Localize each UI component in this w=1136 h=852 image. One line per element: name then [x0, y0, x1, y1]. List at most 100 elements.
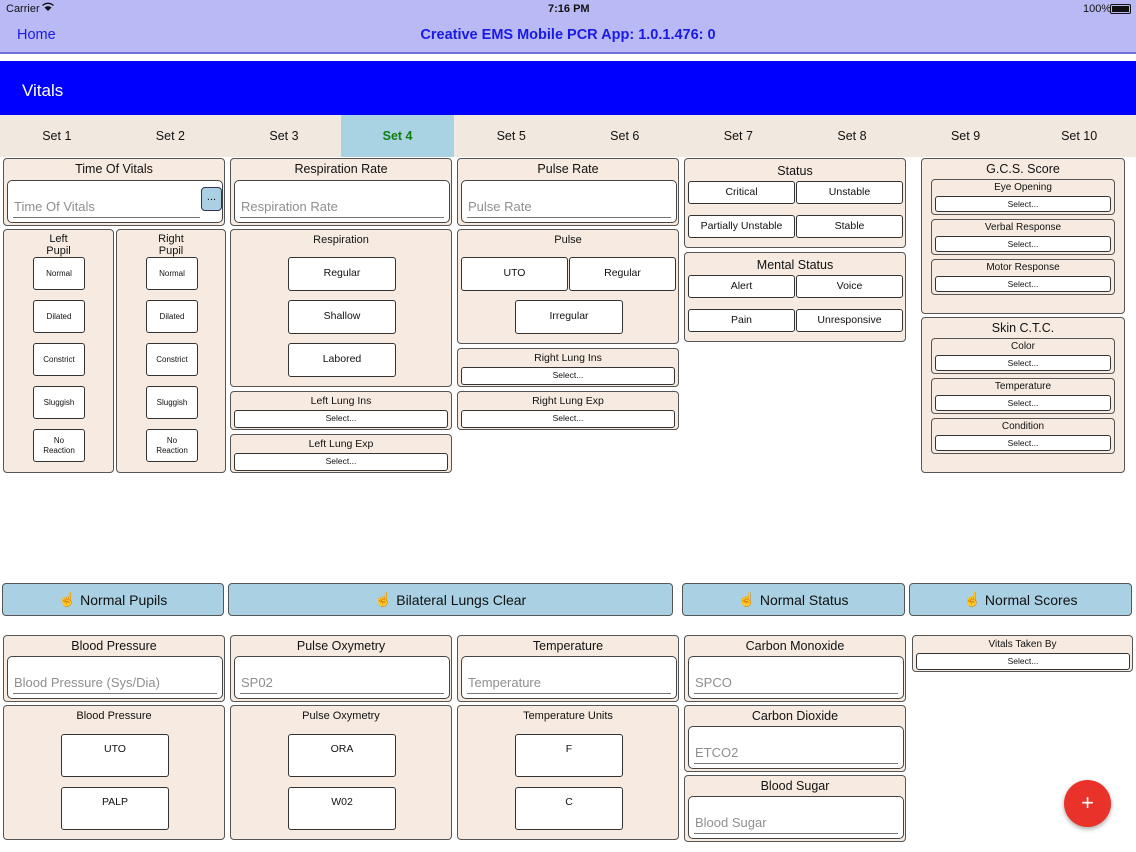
spo2-field[interactable]: SP02: [234, 656, 450, 699]
status-partially-unstable-button[interactable]: Partially Unstable: [688, 215, 795, 238]
pulse-ox-ora-button[interactable]: ORA: [288, 734, 396, 777]
respiration-labored-button[interactable]: Labored: [288, 343, 396, 377]
tab-set-7[interactable]: Set 7: [682, 115, 796, 157]
right-pupil-dilated[interactable]: Dilated: [146, 300, 198, 333]
hand-pointer-icon: ☝: [963, 591, 981, 607]
respiration-title: Respiration: [313, 234, 369, 246]
status-unstable-button[interactable]: Unstable: [796, 181, 903, 204]
skin-condition-group: Condition Select...: [931, 418, 1115, 454]
left-pupil-sluggish[interactable]: Sluggish: [33, 386, 85, 419]
time-picker-button[interactable]: ...: [201, 187, 222, 211]
motor-response-select[interactable]: Select...: [935, 276, 1111, 292]
carrier-label: Carrier: [6, 3, 40, 15]
normal-pupils-button[interactable]: ☝ Normal Pupils: [2, 583, 224, 616]
left-pupil-no-reaction[interactable]: No Reaction: [33, 429, 85, 462]
wifi-icon: [42, 2, 54, 15]
left-pupil-dilated[interactable]: Dilated: [33, 300, 85, 333]
right-pupil-normal[interactable]: Normal: [146, 257, 198, 290]
vitals-taken-by-select[interactable]: Select...: [916, 653, 1130, 670]
tab-set-4[interactable]: Set 4: [340, 115, 455, 157]
left-pupil-panel: Left Pupil Normal Dilated Constrict Slug…: [3, 229, 114, 473]
pulse-ox-method-panel: Pulse Oxymetry ORA W02: [230, 705, 452, 840]
pulse-panel: Pulse UTO Regular Irregular: [457, 229, 679, 344]
skin-ctc-panel: Skin C.T.C. Color Select... Temperature …: [921, 317, 1125, 473]
respiration-shallow-button[interactable]: Shallow: [288, 300, 396, 334]
normal-pupils-label: Normal Pupils: [80, 591, 168, 608]
bp-uto-button[interactable]: UTO: [61, 734, 169, 777]
vitals-set-tabs: Set 1 Set 2 Set 3 Set 4 Set 5 Set 6 Set …: [0, 115, 1136, 157]
temperature-field[interactable]: Temperature: [461, 656, 677, 699]
mental-status-panel: Mental Status Alert Voice Pain Unrespons…: [684, 252, 906, 342]
eye-opening-group: Eye Opening Select...: [931, 179, 1115, 215]
mental-alert-button[interactable]: Alert: [688, 275, 795, 298]
tab-set-1[interactable]: Set 1: [0, 115, 114, 157]
blood-pressure-field[interactable]: Blood Pressure (Sys/Dia): [7, 656, 223, 699]
respiration-panel: Respiration Regular Shallow Labored: [230, 229, 452, 387]
bilateral-lungs-clear-label: Bilateral Lungs Clear: [396, 591, 527, 608]
hand-pointer-icon: ☝: [58, 591, 77, 607]
temperature-title: Temperature: [532, 639, 604, 653]
bp-method-title: Blood Pressure: [76, 710, 152, 722]
skin-condition-select[interactable]: Select...: [935, 435, 1111, 451]
app-title: Creative EMS Mobile PCR App: 1.0.1.476: …: [420, 27, 716, 43]
blood-sugar-field[interactable]: Blood Sugar: [688, 796, 904, 839]
status-critical-button[interactable]: Critical: [688, 181, 795, 204]
pulse-uto-button[interactable]: UTO: [461, 257, 568, 291]
tab-set-2[interactable]: Set 2: [114, 115, 228, 157]
status-stable-button[interactable]: Stable: [796, 215, 903, 238]
skin-temperature-select[interactable]: Select...: [935, 395, 1111, 411]
add-fab-button[interactable]: +: [1064, 780, 1111, 827]
right-lung-ins-select[interactable]: Select...: [461, 367, 675, 385]
hand-pointer-icon: ☝: [374, 591, 393, 607]
pulse-rate-field[interactable]: Pulse Rate: [461, 180, 677, 223]
verbal-response-select[interactable]: Select...: [935, 236, 1111, 252]
normal-scores-button[interactable]: ☝ Normal Scores: [909, 583, 1132, 616]
respiration-rate-field[interactable]: Respiration Rate: [234, 180, 450, 223]
right-pupil-sluggish[interactable]: Sluggish: [146, 386, 198, 419]
tab-set-3[interactable]: Set 3: [227, 115, 341, 157]
mental-voice-button[interactable]: Voice: [796, 275, 903, 298]
skin-color-select[interactable]: Select...: [935, 355, 1111, 371]
tab-set-10[interactable]: Set 10: [1022, 115, 1136, 157]
temp-unit-c-button[interactable]: C: [515, 787, 623, 830]
tab-set-9[interactable]: Set 9: [909, 115, 1023, 157]
vitals-taken-by-title: Vitals Taken By: [988, 639, 1057, 650]
blood-pressure-placeholder: Blood Pressure (Sys/Dia): [14, 675, 160, 690]
bp-palp-button[interactable]: PALP: [61, 787, 169, 830]
eye-opening-select[interactable]: Select...: [935, 196, 1111, 212]
carbon-dioxide-panel: Carbon Dioxide ETCO2: [684, 705, 906, 772]
right-pupil-no-reaction[interactable]: No Reaction: [146, 429, 198, 462]
tab-set-5[interactable]: Set 5: [454, 115, 568, 157]
left-pupil-normal[interactable]: Normal: [33, 257, 85, 290]
pulse-oxymetry-title: Pulse Oxymetry: [296, 639, 386, 653]
tab-set-6[interactable]: Set 6: [568, 115, 682, 157]
right-lung-exp-select[interactable]: Select...: [461, 410, 675, 428]
tab-set-8[interactable]: Set 8: [795, 115, 909, 157]
skin-ctc-title: Skin C.T.C.: [991, 321, 1055, 335]
etco2-field[interactable]: ETCO2: [688, 726, 904, 769]
left-lung-exp-select[interactable]: Select...: [234, 453, 448, 471]
right-pupil-constrict[interactable]: Constrict: [146, 343, 198, 376]
spco-field[interactable]: SPCO: [688, 656, 904, 699]
field-underline: [13, 217, 200, 218]
left-pupil-constrict[interactable]: Constrict: [33, 343, 85, 376]
left-lung-ins-select[interactable]: Select...: [234, 410, 448, 428]
mental-unresponsive-button[interactable]: Unresponsive: [796, 309, 903, 332]
field-underline: [694, 693, 898, 694]
mental-pain-button[interactable]: Pain: [688, 309, 795, 332]
time-of-vitals-field[interactable]: Time Of Vitals: [7, 180, 223, 223]
normal-status-button[interactable]: ☝ Normal Status: [682, 583, 905, 616]
pulse-ox-w02-button[interactable]: W02: [288, 787, 396, 830]
skin-temperature-label: Temperature: [994, 381, 1052, 392]
motor-response-group: Motor Response Select...: [931, 259, 1115, 295]
temp-unit-f-button[interactable]: F: [515, 734, 623, 777]
carbon-monoxide-title: Carbon Monoxide: [745, 639, 845, 653]
pulse-regular-button[interactable]: Regular: [569, 257, 676, 291]
right-lung-exp-title: Right Lung Exp: [532, 395, 604, 407]
bilateral-lungs-clear-button[interactable]: ☝ Bilateral Lungs Clear: [228, 583, 673, 616]
pulse-irregular-button[interactable]: Irregular: [515, 300, 623, 334]
left-lung-ins-panel: Left Lung Ins Select...: [230, 391, 452, 430]
respiration-regular-button[interactable]: Regular: [288, 257, 396, 291]
normal-scores-label: Normal Scores: [984, 591, 1078, 608]
status-title: Status: [777, 164, 813, 178]
